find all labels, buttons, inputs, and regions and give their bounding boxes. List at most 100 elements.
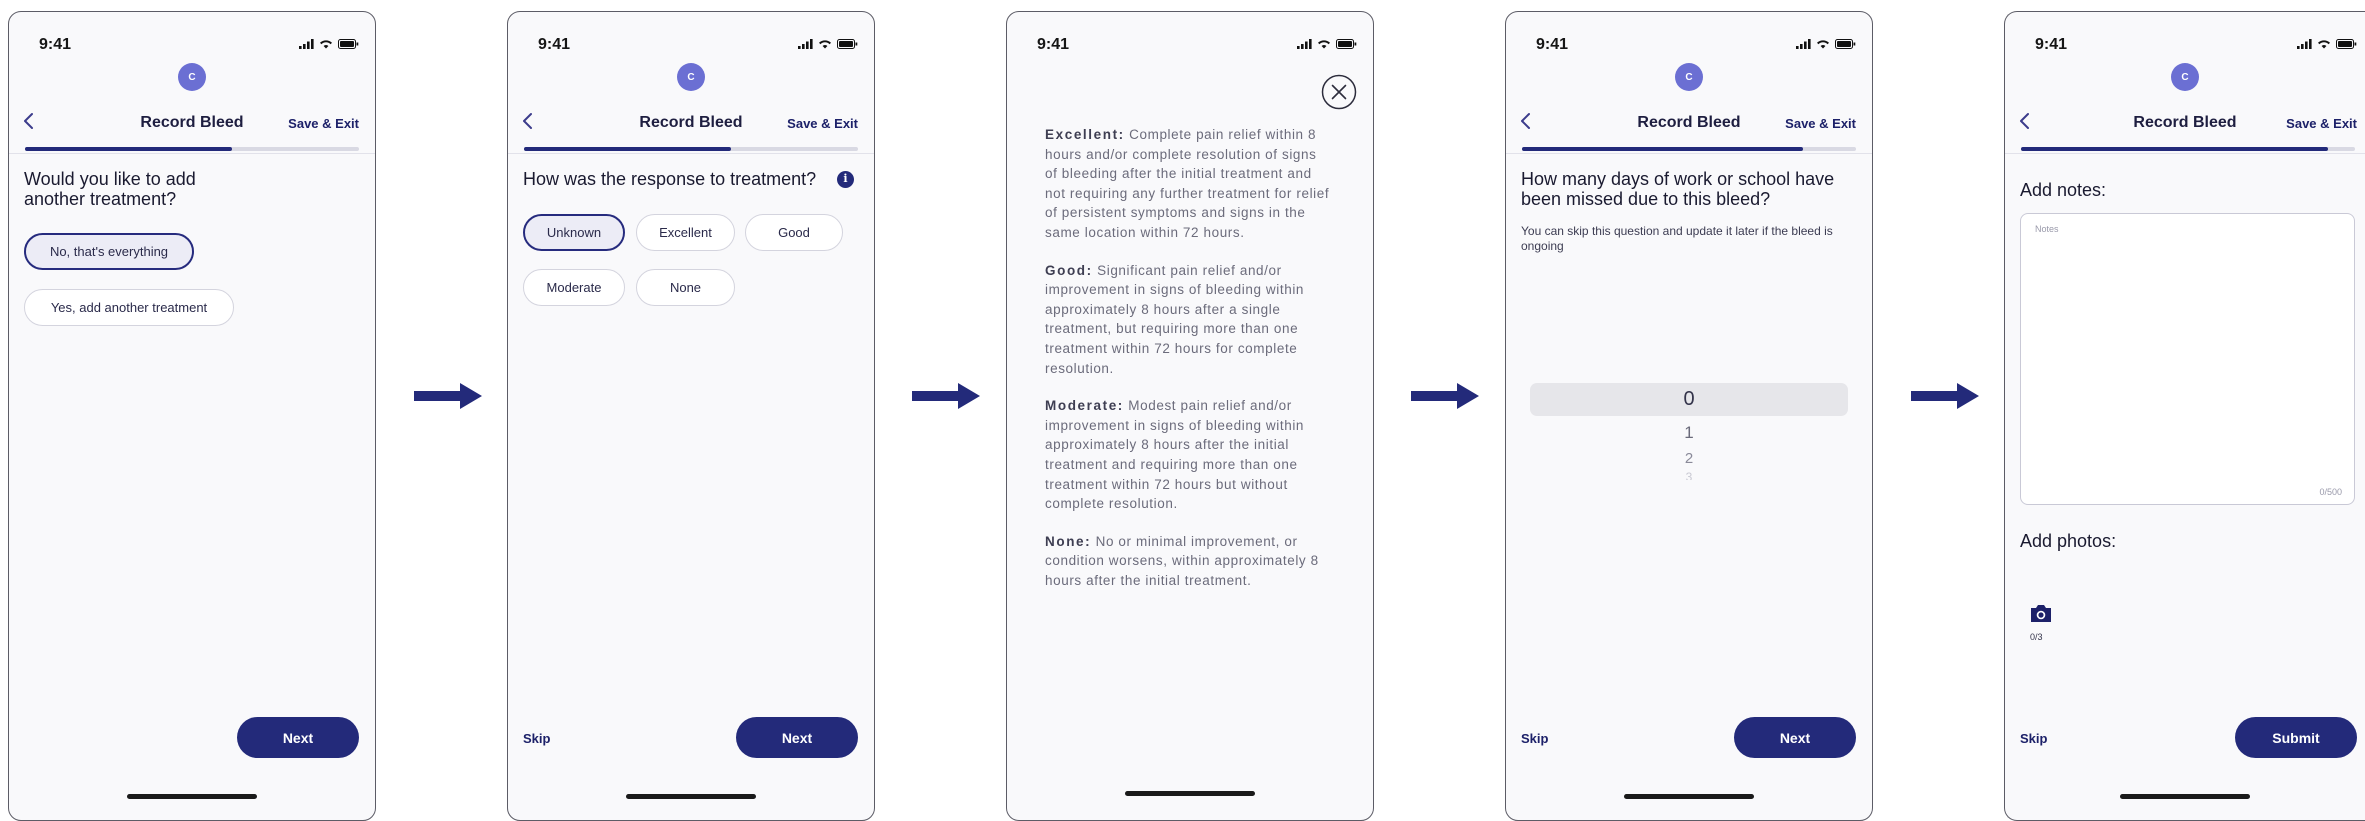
option-excellent[interactable]: Excellent [636, 214, 735, 251]
question-row: How was the response to treatment? i [523, 169, 854, 189]
status-bar: 9:41 [1007, 30, 1373, 58]
question-text: Would you like to add another treatment? [24, 169, 196, 209]
photos-label: Add photos: [2020, 531, 2117, 551]
definitions-list: Excellent: Complete pain relief within 8… [1045, 125, 1333, 608]
picker-value[interactable]: 3 [1506, 470, 1872, 480]
avatar[interactable]: C [2171, 63, 2199, 91]
wifi-icon [819, 40, 831, 49]
skip-button[interactable]: Skip [1521, 731, 1548, 746]
save-exit-button[interactable]: Save & Exit [2286, 116, 2357, 131]
signal-icon [1297, 39, 1312, 49]
avatar[interactable]: C [1675, 63, 1703, 91]
home-indicator [1125, 791, 1255, 796]
screen-add-treatment: 9:41 C Record Bleed Save & Exit Would yo… [8, 11, 376, 821]
photo-count: 0/3 [2030, 632, 2043, 642]
info-icon[interactable]: i [837, 170, 854, 188]
home-indicator [2120, 794, 2250, 799]
picker-value-selected[interactable]: 0 [1506, 388, 1872, 411]
skip-button[interactable]: Skip [523, 731, 550, 746]
status-time: 9:41 [1037, 36, 1070, 53]
screen-missed-days: 9:41 C Record Bleed Save & Exit How many… [1505, 11, 1873, 821]
system-icons [1297, 39, 1357, 49]
wifi-icon [1817, 40, 1829, 49]
battery-icon [2336, 39, 2357, 49]
divider [9, 153, 375, 154]
home-indicator [127, 794, 257, 799]
picker-value[interactable]: 1 [1506, 423, 1872, 443]
next-button[interactable]: Next [1734, 717, 1856, 758]
divider [2005, 153, 2365, 154]
option-no-thats-everything[interactable]: No, that's everything [24, 233, 194, 270]
option-none[interactable]: None [636, 269, 735, 306]
nav-bar: Record Bleed Save & Exit [2005, 100, 2365, 140]
nav-bar: Record Bleed Save & Exit [9, 100, 375, 140]
system-icons [798, 39, 858, 49]
wifi-icon [1318, 40, 1330, 49]
screen-response: 9:41 C Record Bleed Save & Exit How was … [507, 11, 875, 821]
progress-bar [524, 147, 858, 151]
status-time: 9:41 [2035, 36, 2068, 53]
status-time: 9:41 [39, 36, 72, 53]
definition-excellent: Excellent: Complete pain relief within 8… [1045, 127, 1330, 240]
flow-arrow-icon [414, 383, 482, 409]
status-bar: 9:41 [2005, 30, 2365, 58]
status-bar: 9:41 [1506, 30, 1872, 58]
home-indicator [1624, 794, 1754, 799]
battery-icon [338, 39, 359, 49]
submit-button[interactable]: Submit [2235, 717, 2357, 758]
status-bar: 9:41 [9, 30, 375, 58]
status-time: 9:41 [538, 36, 571, 53]
close-icon[interactable] [1321, 74, 1357, 110]
save-exit-button[interactable]: Save & Exit [787, 116, 858, 131]
screen-notes: 9:41 C Record Bleed Save & Exit Add note… [2004, 11, 2365, 821]
picker-value[interactable]: 2 [1506, 450, 1872, 467]
progress-fill [2021, 147, 2329, 151]
battery-icon [1835, 39, 1856, 49]
option-good[interactable]: Good [745, 214, 843, 251]
option-moderate[interactable]: Moderate [523, 269, 625, 306]
system-icons [299, 39, 359, 49]
status-time: 9:41 [1536, 36, 1569, 53]
flow-arrow-icon [1411, 383, 1479, 409]
save-exit-button[interactable]: Save & Exit [1785, 116, 1856, 131]
next-button[interactable]: Next [237, 717, 359, 758]
signal-icon [1796, 39, 1811, 49]
system-icons [2297, 39, 2357, 49]
option-unknown[interactable]: Unknown [523, 214, 625, 251]
skip-note: You can skip this question and update it… [1521, 224, 1833, 253]
save-exit-button[interactable]: Save & Exit [288, 116, 359, 131]
definition-good: Good: Significant pain relief and/or imp… [1045, 262, 1305, 376]
progress-fill [1522, 147, 1803, 151]
screen-response-definitions: 9:41 Excellent: Complete pain relief wit… [1006, 11, 1374, 821]
battery-icon [837, 39, 858, 49]
flow-arrow-icon [912, 383, 980, 409]
option-add-another-treatment[interactable]: Yes, add another treatment [24, 289, 234, 326]
skip-button[interactable]: Skip [2020, 731, 2047, 746]
definition-moderate: Moderate: Modest pain relief and/or impr… [1045, 398, 1305, 512]
progress-bar [25, 147, 359, 151]
progress-fill [25, 147, 233, 151]
nav-bar: Record Bleed Save & Exit [508, 100, 874, 140]
system-icons [1796, 39, 1856, 49]
wifi-icon [320, 40, 332, 49]
signal-icon [299, 39, 314, 49]
progress-fill [524, 147, 732, 151]
divider [508, 153, 874, 154]
home-indicator [626, 794, 756, 799]
notes-input[interactable]: Notes 0/500 [2020, 213, 2355, 505]
status-bar: 9:41 [508, 30, 874, 58]
camera-icon[interactable] [2029, 602, 2053, 624]
wifi-icon [2318, 40, 2330, 49]
progress-bar [2021, 147, 2355, 151]
nav-bar: Record Bleed Save & Exit [1506, 100, 1872, 140]
avatar[interactable]: C [677, 63, 705, 91]
next-button[interactable]: Next [736, 717, 858, 758]
progress-bar [1522, 147, 1856, 151]
battery-icon [1336, 39, 1357, 49]
signal-icon [798, 39, 813, 49]
notes-label: Add notes: [2020, 180, 2107, 200]
avatar[interactable]: C [178, 63, 206, 91]
signal-icon [2297, 39, 2312, 49]
question-text: How many days of work or school have bee… [1521, 169, 1835, 209]
definition-none: None: No or minimal improvement, or cond… [1045, 533, 1319, 588]
